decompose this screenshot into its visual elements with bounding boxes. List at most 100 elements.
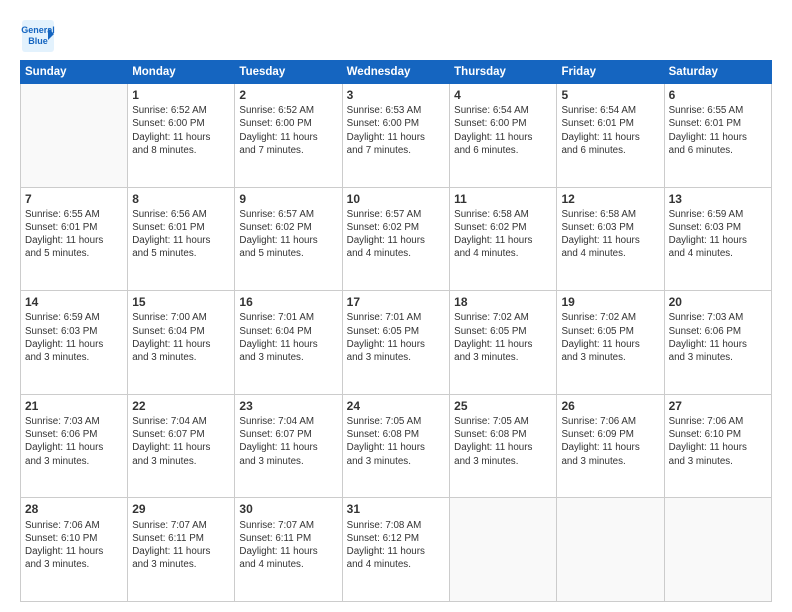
weekday-header-thursday: Thursday [450,61,557,84]
calendar-cell: 16Sunrise: 7:01 AMSunset: 6:04 PMDayligh… [235,291,342,395]
header: General Blue [20,18,772,54]
calendar-cell [21,84,128,188]
day-number: 14 [25,294,123,310]
calendar-cell: 12Sunrise: 6:58 AMSunset: 6:03 PMDayligh… [557,187,664,291]
day-number: 2 [239,87,337,103]
cell-content: Sunrise: 7:04 AMSunset: 6:07 PMDaylight:… [132,415,230,468]
cell-content: Sunrise: 7:07 AMSunset: 6:11 PMDaylight:… [132,519,230,572]
cell-content: Sunrise: 6:56 AMSunset: 6:01 PMDaylight:… [132,208,230,261]
logo: General Blue [20,18,56,54]
day-number: 25 [454,398,552,414]
day-number: 15 [132,294,230,310]
calendar-cell: 11Sunrise: 6:58 AMSunset: 6:02 PMDayligh… [450,187,557,291]
logo-icon: General Blue [20,18,56,54]
calendar-cell: 30 Sunrise: 7:07 AMSunset: 6:11 PMDayligh… [235,498,342,602]
cell-content: Sunrise: 7:03 AMSunset: 6:06 PMDaylight:… [669,311,767,364]
cell-content: Sunrise: 6:52 AMSunset: 6:00 PMDaylight:… [239,104,337,157]
day-number: 26 [561,398,659,414]
calendar-cell [557,498,664,602]
day-number: 5 [561,87,659,103]
calendar-cell: 24Sunrise: 7:05 AMSunset: 6:08 PMDayligh… [342,394,450,498]
cell-content: Sunrise: 6:59 AMSunset: 6:03 PMDaylight:… [25,311,123,364]
cell-content: Sunrise: 7:05 AMSunset: 6:08 PMDaylight:… [347,415,446,468]
cell-content: Sunrise: 6:58 AMSunset: 6:02 PMDaylight:… [454,208,552,261]
calendar-cell: 2Sunrise: 6:52 AMSunset: 6:00 PMDaylight… [235,84,342,188]
calendar-week-3: 14Sunrise: 6:59 AMSunset: 6:03 PMDayligh… [21,291,772,395]
calendar-cell [664,498,771,602]
day-number: 17 [347,294,446,310]
calendar-cell: 9Sunrise: 6:57 AMSunset: 6:02 PMDaylight… [235,187,342,291]
calendar-table: SundayMondayTuesdayWednesdayThursdayFrid… [20,60,772,602]
calendar-cell: 10Sunrise: 6:57 AMSunset: 6:02 PMDayligh… [342,187,450,291]
cell-content: Sunrise: 6:57 AMSunset: 6:02 PMDaylight:… [347,208,446,261]
day-number: 23 [239,398,337,414]
day-number: 22 [132,398,230,414]
day-number: 8 [132,191,230,207]
weekday-header-sunday: Sunday [21,61,128,84]
cell-content: Sunrise: 7:05 AMSunset: 6:08 PMDaylight:… [454,415,552,468]
day-number: 11 [454,191,552,207]
weekday-header-saturday: Saturday [664,61,771,84]
day-number: 19 [561,294,659,310]
weekday-header-wednesday: Wednesday [342,61,450,84]
day-number: 20 [669,294,767,310]
calendar-cell: 4Sunrise: 6:54 AMSunset: 6:00 PMDaylight… [450,84,557,188]
calendar-cell: 19Sunrise: 7:02 AMSunset: 6:05 PMDayligh… [557,291,664,395]
day-number: 29 [132,501,230,517]
calendar-cell [450,498,557,602]
cell-content: Sunrise: 7:07 AMSunset: 6:11 PMDaylight:… [239,519,337,572]
calendar-cell: 25Sunrise: 7:05 AMSunset: 6:08 PMDayligh… [450,394,557,498]
day-number: 4 [454,87,552,103]
day-number: 24 [347,398,446,414]
calendar-cell: 17Sunrise: 7:01 AMSunset: 6:05 PMDayligh… [342,291,450,395]
cell-content: Sunrise: 6:53 AMSunset: 6:00 PMDaylight:… [347,104,446,157]
cell-content: Sunrise: 7:00 AMSunset: 6:04 PMDaylight:… [132,311,230,364]
cell-content: Sunrise: 7:01 AMSunset: 6:05 PMDaylight:… [347,311,446,364]
calendar-cell: 27Sunrise: 7:06 AMSunset: 6:10 PMDayligh… [664,394,771,498]
svg-text:Blue: Blue [28,36,48,46]
cell-content: Sunrise: 6:55 AMSunset: 6:01 PMDaylight:… [669,104,767,157]
cell-content: Sunrise: 6:54 AMSunset: 6:01 PMDaylight:… [561,104,659,157]
day-number: 18 [454,294,552,310]
calendar-cell: 29 Sunrise: 7:07 AMSunset: 6:11 PMDayligh… [128,498,235,602]
cell-content: Sunrise: 7:02 AMSunset: 6:05 PMDaylight:… [561,311,659,364]
weekday-header-tuesday: Tuesday [235,61,342,84]
cell-content: Sunrise: 7:06 AMSunset: 6:10 PMDaylight:… [25,519,123,572]
calendar-cell: 3Sunrise: 6:53 AMSunset: 6:00 PMDaylight… [342,84,450,188]
calendar-cell: 22Sunrise: 7:04 AMSunset: 6:07 PMDayligh… [128,394,235,498]
calendar-cell: 26Sunrise: 7:06 AMSunset: 6:09 PMDayligh… [557,394,664,498]
calendar-cell: 8Sunrise: 6:56 AMSunset: 6:01 PMDaylight… [128,187,235,291]
calendar-cell: 6Sunrise: 6:55 AMSunset: 6:01 PMDaylight… [664,84,771,188]
day-number: 28 [25,501,123,517]
calendar-cell: 20Sunrise: 7:03 AMSunset: 6:06 PMDayligh… [664,291,771,395]
day-number: 13 [669,191,767,207]
day-number: 12 [561,191,659,207]
cell-content: Sunrise: 6:52 AMSunset: 6:00 PMDaylight:… [132,104,230,157]
weekday-header-monday: Monday [128,61,235,84]
day-number: 27 [669,398,767,414]
calendar-week-2: 7Sunrise: 6:55 AMSunset: 6:01 PMDaylight… [21,187,772,291]
day-number: 16 [239,294,337,310]
cell-content: Sunrise: 7:06 AMSunset: 6:10 PMDaylight:… [669,415,767,468]
calendar-cell: 23Sunrise: 7:04 AMSunset: 6:07 PMDayligh… [235,394,342,498]
calendar-cell: 28 Sunrise: 7:06 AMSunset: 6:10 PMDayligh… [21,498,128,602]
cell-content: Sunrise: 6:55 AMSunset: 6:01 PMDaylight:… [25,208,123,261]
calendar-cell: 13Sunrise: 6:59 AMSunset: 6:03 PMDayligh… [664,187,771,291]
weekday-header-row: SundayMondayTuesdayWednesdayThursdayFrid… [21,61,772,84]
calendar-week-1: 1Sunrise: 6:52 AMSunset: 6:00 PMDaylight… [21,84,772,188]
day-number: 7 [25,191,123,207]
day-number: 31 [347,501,446,517]
calendar-cell: 14Sunrise: 6:59 AMSunset: 6:03 PMDayligh… [21,291,128,395]
weekday-header-friday: Friday [557,61,664,84]
cell-content: Sunrise: 6:57 AMSunset: 6:02 PMDaylight:… [239,208,337,261]
calendar-week-4: 21Sunrise: 7:03 AMSunset: 6:06 PMDayligh… [21,394,772,498]
calendar-cell: 7Sunrise: 6:55 AMSunset: 6:01 PMDaylight… [21,187,128,291]
cell-content: Sunrise: 6:58 AMSunset: 6:03 PMDaylight:… [561,208,659,261]
cell-content: Sunrise: 7:06 AMSunset: 6:09 PMDaylight:… [561,415,659,468]
day-number: 9 [239,191,337,207]
day-number: 30 [239,501,337,517]
calendar-cell: 15Sunrise: 7:00 AMSunset: 6:04 PMDayligh… [128,291,235,395]
day-number: 10 [347,191,446,207]
cell-content: Sunrise: 7:02 AMSunset: 6:05 PMDaylight:… [454,311,552,364]
calendar-cell: 31Sunrise: 7:08 AMSunset: 6:12 PMDayligh… [342,498,450,602]
